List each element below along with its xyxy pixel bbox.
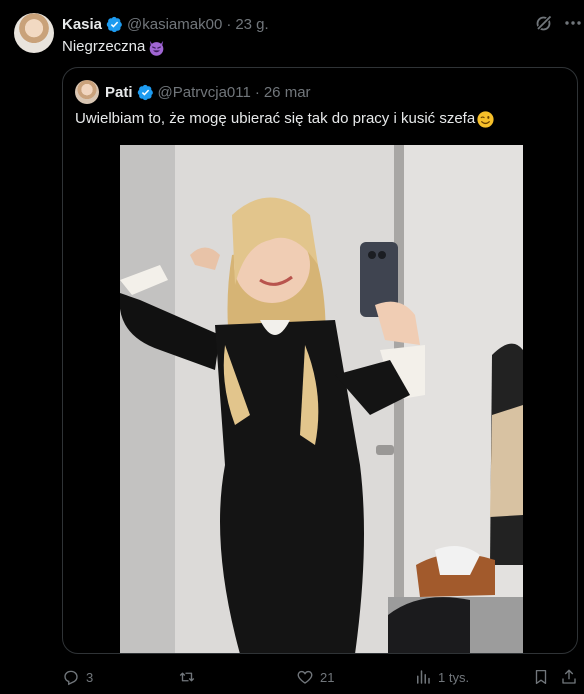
author-avatar[interactable] bbox=[14, 13, 54, 53]
quoted-photo[interactable] bbox=[120, 145, 523, 653]
author-name[interactable]: Kasia bbox=[62, 16, 102, 33]
reply-icon bbox=[64, 670, 78, 686]
heart-icon bbox=[297, 670, 313, 684]
separator-dot: · bbox=[254, 83, 260, 101]
verified-badge-icon bbox=[137, 84, 153, 100]
tweet-body: Niegrzeczna bbox=[62, 38, 146, 55]
grok-icon[interactable] bbox=[534, 13, 554, 33]
tweet-header: Kasia @kasiamak00 · 23 g. bbox=[62, 14, 269, 34]
retweet-icon bbox=[179, 672, 195, 682]
smiling-devil-emoji-icon bbox=[150, 40, 164, 56]
photo-image bbox=[120, 145, 523, 653]
share-icon bbox=[562, 669, 576, 684]
bookmark-icon bbox=[535, 669, 547, 685]
share-button[interactable] bbox=[560, 664, 578, 690]
views-count: 1 tys. bbox=[438, 669, 470, 685]
views-button[interactable]: 1 tys. bbox=[414, 664, 469, 690]
reply-button[interactable]: 3 bbox=[62, 664, 93, 690]
verified-badge-icon bbox=[106, 16, 122, 32]
views-chart-icon bbox=[417, 670, 430, 684]
quoted-author-name[interactable]: Pati bbox=[105, 84, 133, 101]
like-count: 21 bbox=[320, 669, 335, 685]
quoted-body: Uwielbiam to, że mogę ubierać się tak do… bbox=[75, 110, 476, 127]
author-handle[interactable]: @kasiamak00 bbox=[127, 16, 222, 33]
retweet-button[interactable] bbox=[178, 664, 202, 690]
quoted-timestamp[interactable]: 26 mar bbox=[264, 84, 311, 101]
reply-count: 3 bbox=[86, 669, 94, 685]
quoted-author-handle[interactable]: @Patrvcja011 bbox=[158, 84, 251, 101]
quoted-text: Uwielbiam to, że mogę ubierać się tak do… bbox=[75, 109, 495, 129]
tweet-timestamp[interactable]: 23 g. bbox=[235, 16, 268, 33]
winking-face-emoji-icon bbox=[477, 110, 494, 128]
like-button[interactable]: 21 bbox=[296, 664, 334, 690]
quoted-header: Pati @Patrvcja011 · 26 mar bbox=[105, 82, 311, 102]
tweet-text: Niegrzeczna bbox=[62, 37, 166, 57]
bookmark-button[interactable] bbox=[532, 664, 550, 690]
more-options-icon[interactable] bbox=[563, 13, 583, 33]
action-bar: 3 21 1 tys. bbox=[62, 664, 578, 690]
separator-dot: · bbox=[226, 15, 232, 33]
quoted-tweet[interactable]: Pati @Patrvcja011 · 26 mar Uwielbiam to,… bbox=[62, 67, 578, 654]
quoted-author-avatar[interactable] bbox=[75, 80, 99, 104]
